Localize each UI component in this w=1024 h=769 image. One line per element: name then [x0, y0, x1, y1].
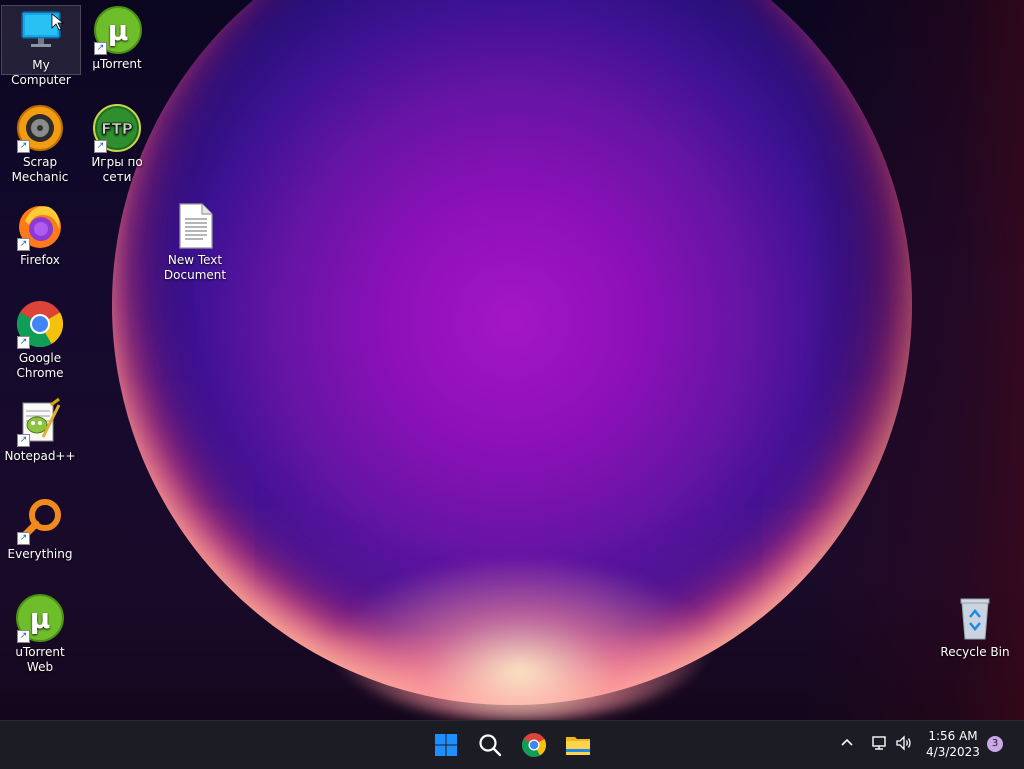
start-button[interactable]: [430, 729, 462, 761]
svg-text:µ: µ: [108, 14, 129, 47]
shortcut-arrow-icon: ↗: [17, 140, 30, 153]
taskbar-clock[interactable]: 1:56 AM 4/3/2023: [920, 728, 986, 760]
desktop-icon-utorrent-web[interactable]: µ ↗ uTorrent Web: [1, 593, 79, 675]
shortcut-arrow-icon: ↗: [17, 630, 30, 643]
utorrent-icon: µ ↗: [92, 5, 142, 55]
everything-search-icon: ↗: [15, 495, 65, 545]
notification-badge[interactable]: 3: [987, 736, 1003, 752]
chrome-icon: ↗: [15, 299, 65, 349]
shortcut-arrow-icon: ↗: [94, 42, 107, 55]
firefox-icon: ↗: [15, 201, 65, 251]
clock-date: 4/3/2023: [926, 745, 980, 759]
desktop-icon-my-computer[interactable]: My Computer: [1, 5, 81, 87]
icon-label: Firefox: [20, 253, 60, 267]
monitor-icon: [16, 6, 66, 56]
icon-label: Scrap Mechanic: [11, 155, 69, 184]
taskbar: 1:56 AM 4/3/2023: [0, 720, 1024, 769]
desktop-icon-utorrent[interactable]: µ ↗ µTorrent: [78, 5, 156, 72]
volume-icon[interactable]: [895, 734, 913, 756]
svg-text:FTP: FTP: [101, 120, 132, 138]
shortcut-arrow-icon: ↗: [17, 336, 30, 349]
recycle-bin-icon: [950, 593, 1000, 643]
search-icon: [479, 734, 502, 757]
desktop-icon-scrap-mechanic[interactable]: ↗ Scrap Mechanic: [1, 103, 79, 185]
windows-logo-icon: [435, 734, 457, 756]
desktop-icon-notepad-plus-plus[interactable]: ↗ Notepad++: [1, 397, 79, 464]
icon-label: Notepad++: [4, 449, 76, 463]
desktop-background[interactable]: My Computer µ ↗ µTorrent ↗ Scrap Mechani…: [0, 0, 1024, 720]
desktop-icon-new-text-document[interactable]: New Text Document: [156, 201, 234, 283]
taskbar-chrome-button[interactable]: [518, 729, 550, 761]
clock-time: 1:56 AM: [928, 729, 978, 743]
text-file-icon: [170, 201, 220, 251]
icon-label: µTorrent: [92, 57, 142, 71]
notepad-plus-plus-icon: ↗: [15, 397, 65, 447]
desktop-icon-recycle-bin[interactable]: Recycle Bin: [936, 593, 1014, 660]
svg-text:µ: µ: [30, 602, 51, 635]
wallpaper-orb-glow: [330, 560, 710, 720]
scrap-mechanic-icon: ↗: [15, 103, 65, 153]
icon-label: Google Chrome: [16, 351, 64, 380]
show-hidden-icons-chevron-icon[interactable]: [840, 735, 854, 753]
icon-label: Everything: [7, 547, 73, 561]
utorrent-web-icon: µ ↗: [15, 593, 65, 643]
shortcut-arrow-icon: ↗: [17, 434, 30, 447]
icon-label: New Text Document: [163, 253, 227, 282]
icon-label: uTorrent Web: [15, 645, 65, 674]
desktop-icon-everything[interactable]: ↗ Everything: [1, 495, 79, 562]
icon-label: Recycle Bin: [940, 645, 1010, 659]
shortcut-arrow-icon: ↗: [17, 238, 30, 251]
desktop-icon-firefox[interactable]: ↗ Firefox: [1, 201, 79, 268]
shortcut-arrow-icon: ↗: [17, 532, 30, 545]
folder-icon: [566, 737, 590, 755]
icon-label: Игры по сети: [91, 155, 143, 184]
network-icon[interactable]: [870, 734, 888, 756]
desktop-icon-network-games[interactable]: FTP ↗ Игры по сети: [78, 103, 156, 185]
shortcut-arrow-icon: ↗: [94, 140, 107, 153]
chrome-icon: [521, 733, 547, 758]
ftp-icon: FTP ↗: [92, 103, 142, 153]
search-button[interactable]: [474, 729, 506, 761]
desktop-icon-google-chrome[interactable]: ↗ Google Chrome: [1, 299, 79, 381]
taskbar-file-explorer-button[interactable]: [562, 729, 594, 761]
icon-label: My Computer: [11, 58, 71, 87]
